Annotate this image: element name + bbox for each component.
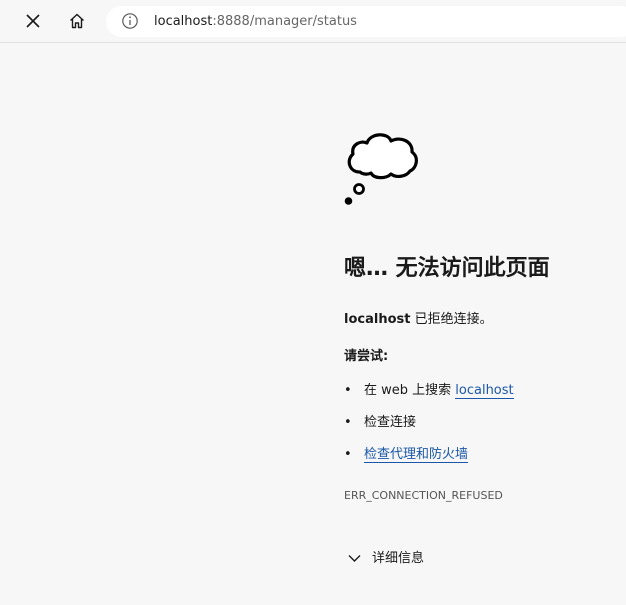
close-tab-button[interactable] [18,6,48,36]
thinking-cloud-icon [344,133,418,205]
search-localhost-link[interactable]: localhost [455,383,514,399]
url-path: :8888/manager/status [212,14,357,29]
info-icon[interactable] [121,12,139,30]
refused-text: 已拒绝连接。 [410,312,493,327]
close-icon [26,14,40,28]
details-label: 详细信息 [372,551,425,566]
bullet: • [344,415,352,430]
home-icon [70,13,84,29]
bullet: • [344,447,352,462]
try-label: 请尝试: [344,349,389,364]
error-code: ERR_CONNECTION_REFUSED [344,489,503,502]
home-button[interactable] [62,6,92,36]
error-message: localhost 已拒绝连接。 [344,311,493,329]
url-text[interactable]: localhost:8888/manager/status [154,13,357,30]
chevron-down-icon [348,555,361,562]
check-connection-text: 检查连接 [364,415,417,430]
address-bar[interactable]: localhost:8888/manager/status [106,6,626,37]
bullet: • [344,383,352,398]
check-proxy-firewall-link[interactable]: 检查代理和防火墙 [364,447,469,463]
browser-toolbar: localhost:8888/manager/status [0,0,626,43]
url-host: localhost [154,14,213,29]
error-heading: 嗯… 无法访问此页面 [344,256,550,281]
suggestion-search-text: 在 web 上搜索 [364,383,456,398]
refused-host: localhost [344,312,411,327]
